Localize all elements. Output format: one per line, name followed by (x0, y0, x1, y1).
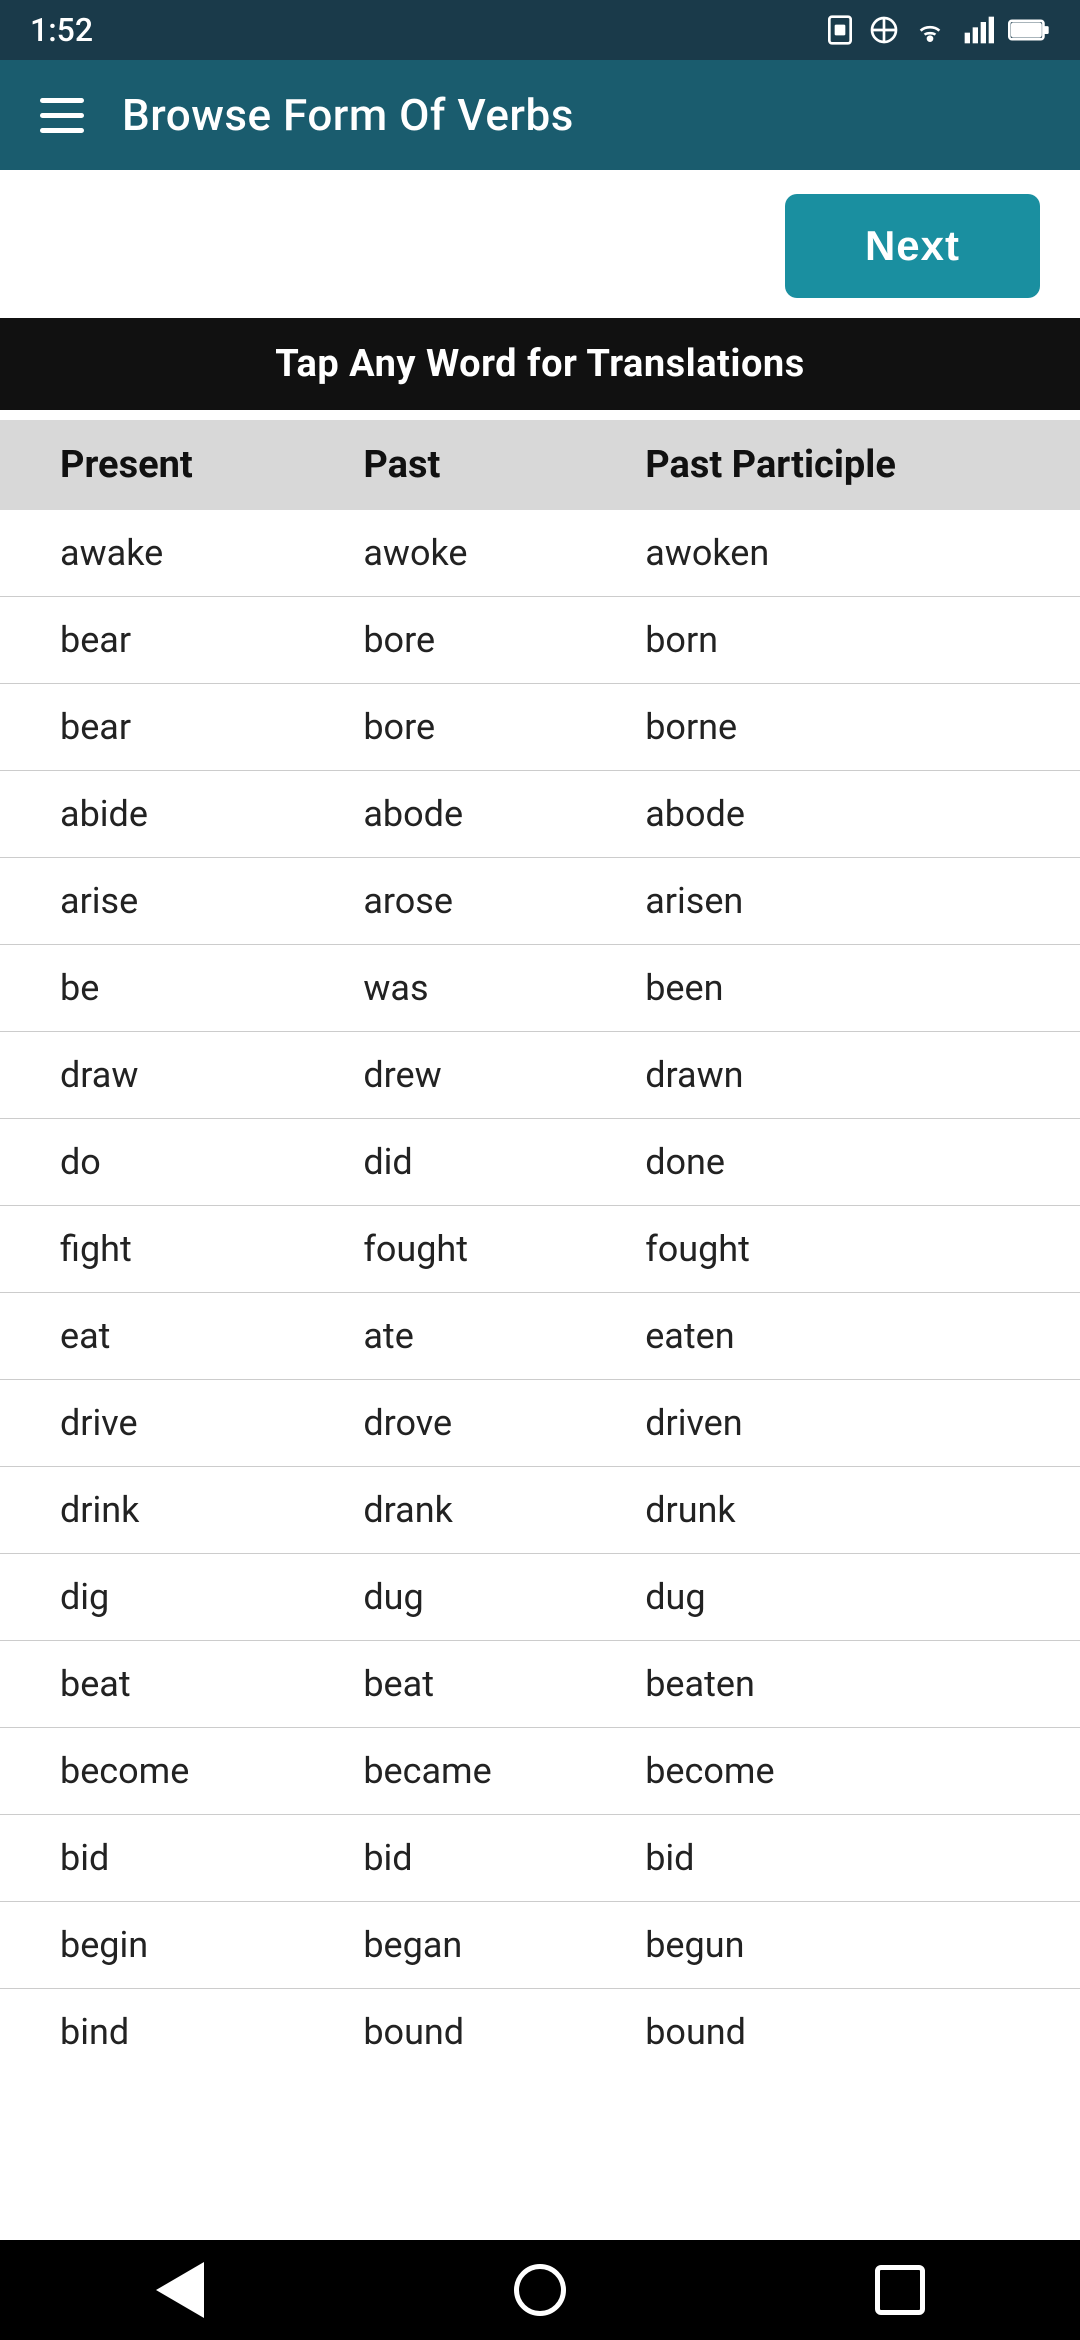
verb-cell[interactable]: done (615, 1119, 1080, 1206)
table-row[interactable]: drivedrovedriven (0, 1380, 1080, 1467)
table-row[interactable]: bearboreborn (0, 597, 1080, 684)
verb-cell[interactable]: became (333, 1728, 615, 1815)
status-bar: 1:52 (0, 0, 1080, 60)
verb-cell[interactable]: abode (333, 771, 615, 858)
table-row[interactable]: bearboreborne (0, 684, 1080, 771)
verb-cell[interactable]: drawn (615, 1032, 1080, 1119)
header-present: Present (0, 420, 333, 510)
verb-cell[interactable]: bid (333, 1815, 615, 1902)
verb-cell[interactable]: become (615, 1728, 1080, 1815)
table-row[interactable]: bidbidbid (0, 1815, 1080, 1902)
table-row[interactable]: drinkdrankdrunk (0, 1467, 1080, 1554)
table-row[interactable]: becomebecamebecome (0, 1728, 1080, 1815)
verb-cell[interactable]: bid (0, 1815, 333, 1902)
signal-icon (960, 14, 996, 46)
verb-cell[interactable]: borne (615, 684, 1080, 771)
verb-cell[interactable]: begin (0, 1902, 333, 1989)
verb-cell[interactable]: eaten (615, 1293, 1080, 1380)
verb-cell[interactable]: fought (615, 1206, 1080, 1293)
table-row[interactable]: beginbeganbegun (0, 1902, 1080, 1989)
verb-cell[interactable]: eat (0, 1293, 333, 1380)
header-past-participle: Past Participle (615, 420, 1080, 510)
table-row[interactable]: fightfoughtfought (0, 1206, 1080, 1293)
translation-banner[interactable]: Tap Any Word for Translations (0, 318, 1080, 410)
page-title: Browse Form Of Verbs (122, 89, 574, 141)
table-row[interactable]: abideabodeabode (0, 771, 1080, 858)
table-header-row: Present Past Past Participle (0, 420, 1080, 510)
verb-cell[interactable]: been (615, 945, 1080, 1032)
table-row[interactable]: bindboundbound (0, 1989, 1080, 2076)
verb-cell[interactable]: beaten (615, 1641, 1080, 1728)
verb-cell[interactable]: be (0, 945, 333, 1032)
location-icon (868, 14, 900, 46)
verb-cell[interactable]: did (333, 1119, 615, 1206)
verb-cell[interactable]: awoke (333, 510, 615, 597)
next-row: Next (0, 170, 1080, 318)
verb-cell[interactable]: began (333, 1902, 615, 1989)
verb-cell[interactable]: become (0, 1728, 333, 1815)
verb-cell[interactable]: abode (615, 771, 1080, 858)
verb-cell[interactable]: bear (0, 597, 333, 684)
menu-button[interactable] (40, 89, 92, 141)
verb-cell[interactable]: drew (333, 1032, 615, 1119)
verb-cell[interactable]: do (0, 1119, 333, 1206)
verb-cell[interactable]: beat (0, 1641, 333, 1728)
wifi-icon (912, 14, 948, 46)
main-content: Next Tap Any Word for Translations Prese… (0, 170, 1080, 2240)
verb-cell[interactable]: dug (615, 1554, 1080, 1641)
verb-cell[interactable]: drunk (615, 1467, 1080, 1554)
verb-cell[interactable]: born (615, 597, 1080, 684)
verb-cell[interactable]: fought (333, 1206, 615, 1293)
table-row[interactable]: eatateeaten (0, 1293, 1080, 1380)
verb-cell[interactable]: awake (0, 510, 333, 597)
home-icon (514, 2264, 566, 2316)
nav-bar: Browse Form Of Verbs (0, 60, 1080, 170)
battery-icon (1008, 16, 1050, 44)
verb-cell[interactable]: arisen (615, 858, 1080, 945)
verb-cell[interactable]: begun (615, 1902, 1080, 1989)
back-button[interactable] (140, 2250, 220, 2330)
verb-cell[interactable]: bore (333, 684, 615, 771)
verb-cell[interactable]: draw (0, 1032, 333, 1119)
verb-cell[interactable]: bear (0, 684, 333, 771)
verb-cell[interactable]: drink (0, 1467, 333, 1554)
verb-cell[interactable]: beat (333, 1641, 615, 1728)
verb-cell[interactable]: fight (0, 1206, 333, 1293)
verb-cell[interactable]: dig (0, 1554, 333, 1641)
verb-cell[interactable]: ate (333, 1293, 615, 1380)
next-button[interactable]: Next (785, 194, 1040, 298)
verb-cell[interactable]: bound (615, 1989, 1080, 2076)
table-row[interactable]: bewasbeen (0, 945, 1080, 1032)
recents-button[interactable] (860, 2250, 940, 2330)
verb-cell[interactable]: was (333, 945, 615, 1032)
table-row[interactable]: drawdrewdrawn (0, 1032, 1080, 1119)
verb-cell[interactable]: arose (333, 858, 615, 945)
home-button[interactable] (500, 2250, 580, 2330)
table-row[interactable]: digdugdug (0, 1554, 1080, 1641)
verb-table: Present Past Past Participle awakeawokea… (0, 420, 1080, 2075)
status-icons (824, 14, 1050, 46)
table-row[interactable]: beatbeatbeaten (0, 1641, 1080, 1728)
table-row[interactable]: dodiddone (0, 1119, 1080, 1206)
sim-icon (824, 14, 856, 46)
verb-cell[interactable]: bound (333, 1989, 615, 2076)
verb-cell[interactable]: bid (615, 1815, 1080, 1902)
verb-cell[interactable]: driven (615, 1380, 1080, 1467)
verb-cell[interactable]: bind (0, 1989, 333, 2076)
verb-cell[interactable]: abide (0, 771, 333, 858)
verb-cell[interactable]: dug (333, 1554, 615, 1641)
verb-cell[interactable]: arise (0, 858, 333, 945)
back-icon (156, 2262, 204, 2318)
verb-cell[interactable]: drove (333, 1380, 615, 1467)
table-row[interactable]: arisearosearisen (0, 858, 1080, 945)
table-row[interactable]: awakeawokeawoken (0, 510, 1080, 597)
status-time: 1:52 (30, 11, 93, 49)
header-past: Past (333, 420, 615, 510)
recents-icon (875, 2265, 925, 2315)
verb-cell[interactable]: bore (333, 597, 615, 684)
bottom-navigation (0, 2240, 1080, 2340)
verb-cell[interactable]: drank (333, 1467, 615, 1554)
verb-cell[interactable]: awoken (615, 510, 1080, 597)
verb-cell[interactable]: drive (0, 1380, 333, 1467)
